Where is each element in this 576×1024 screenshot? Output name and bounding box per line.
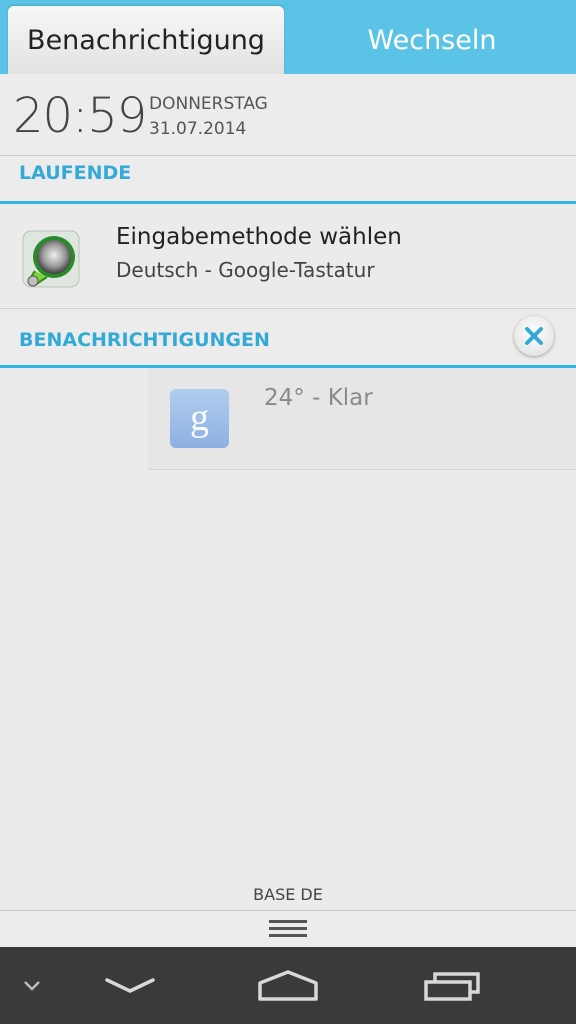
ongoing-notification[interactable]: Eingabemethode wählen Deutsch - Google-T… bbox=[0, 207, 576, 309]
ongoing-title: LAUFENDE bbox=[19, 162, 132, 184]
clock-row: 20:59 DONNERSTAG 31.07.2014 bbox=[0, 74, 576, 156]
menu-handle-icon bbox=[269, 920, 307, 937]
google-icon: g bbox=[170, 389, 229, 448]
nav-home-button[interactable] bbox=[248, 947, 328, 1024]
panel-drag-handle[interactable] bbox=[0, 910, 576, 947]
navigation-bar bbox=[0, 947, 576, 1024]
tab-notifications[interactable]: Benachrichtigung bbox=[8, 6, 284, 74]
clear-all-icon bbox=[525, 327, 543, 345]
input-method-icon bbox=[21, 227, 81, 291]
nav-back-button[interactable] bbox=[90, 947, 170, 1024]
nav-menu-button[interactable] bbox=[14, 947, 50, 1024]
svg-text:g: g bbox=[190, 397, 209, 439]
notifications-header: BENACHRICHTIGUNGEN bbox=[0, 316, 576, 368]
nav-recents-button[interactable] bbox=[412, 947, 492, 1024]
clear-all-button[interactable] bbox=[514, 316, 554, 356]
tab-switch[interactable]: Wechseln bbox=[288, 6, 576, 74]
tab-bar: Benachrichtigung Wechseln bbox=[0, 0, 576, 74]
carrier-label: BASE DE bbox=[253, 885, 323, 904]
notification-weather[interactable]: g 24° - Klar bbox=[148, 368, 576, 470]
notification-title: 24° - Klar bbox=[264, 385, 373, 411]
notifications-title: BENACHRICHTIGUNGEN bbox=[19, 329, 270, 351]
recent-apps-icon bbox=[424, 971, 480, 1001]
home-icon bbox=[258, 969, 318, 1001]
ongoing-item-title: Eingabemethode wählen bbox=[116, 224, 402, 250]
ongoing-item-subtitle: Deutsch - Google-Tastatur bbox=[116, 258, 375, 282]
back-icon bbox=[105, 977, 155, 993]
clock-time: 20:59 bbox=[13, 88, 147, 144]
clock-weekday: DONNERSTAG bbox=[149, 94, 268, 114]
clock-date: 31.07.2014 bbox=[149, 119, 247, 139]
ongoing-header: LAUFENDE bbox=[0, 156, 576, 204]
chevron-down-icon bbox=[24, 980, 40, 991]
